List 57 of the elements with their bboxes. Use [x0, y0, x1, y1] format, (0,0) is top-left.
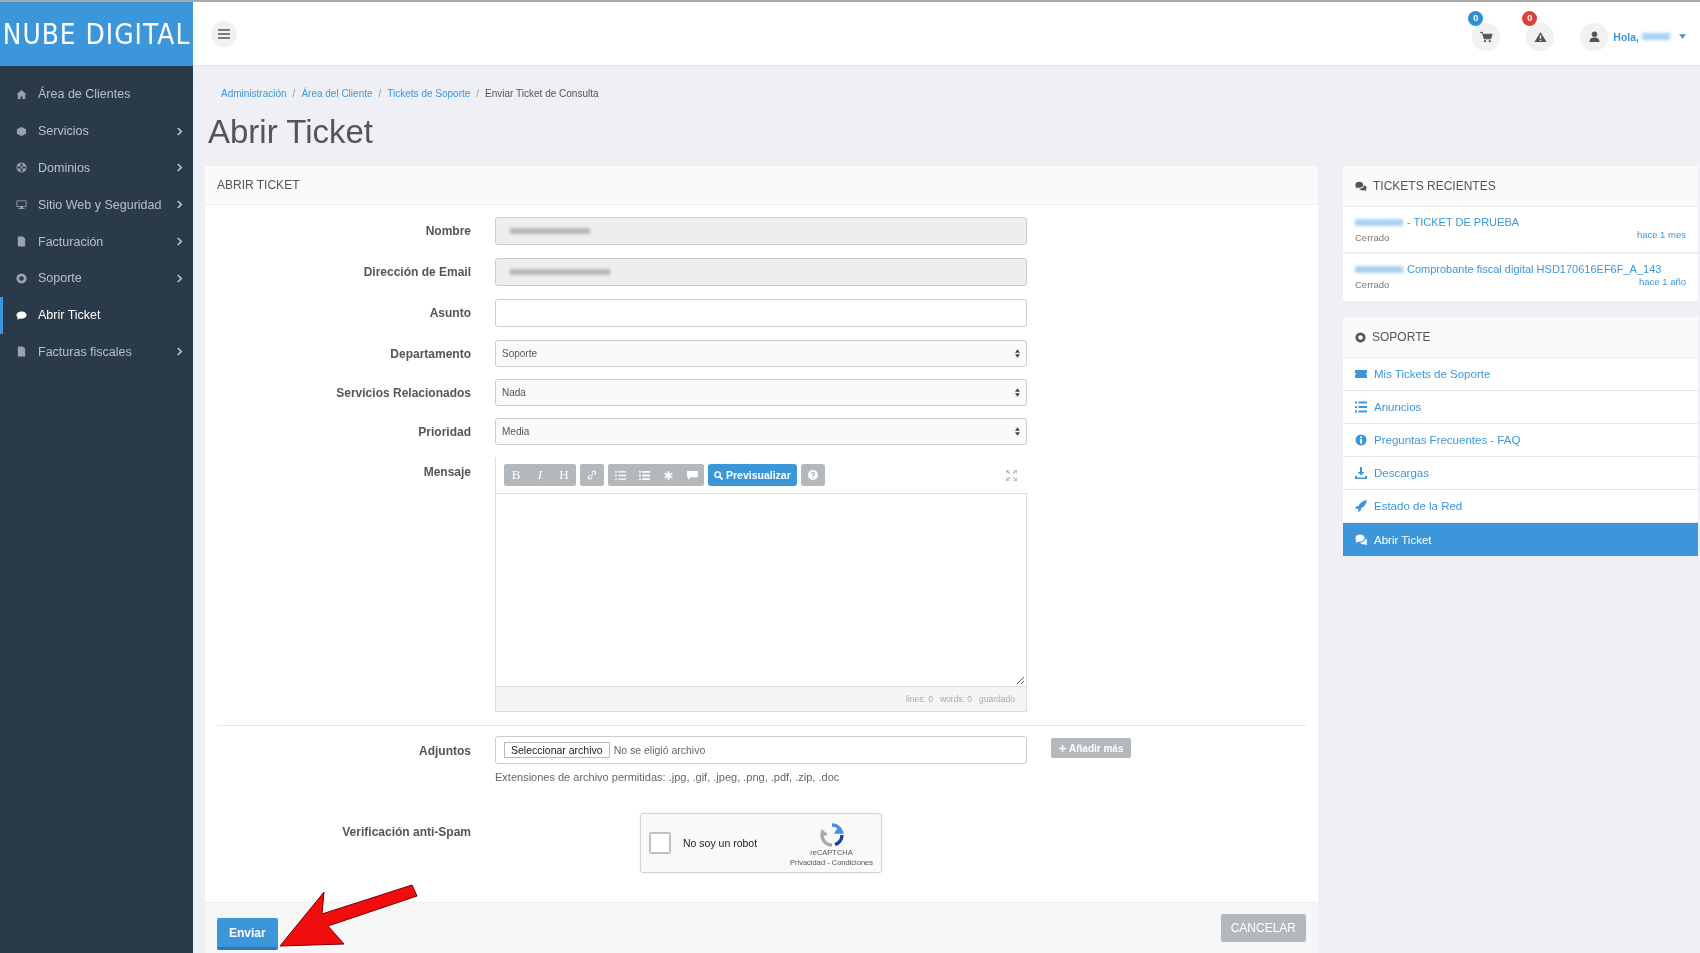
select-field[interactable]: Soporte: [495, 340, 1027, 367]
user-menu[interactable]: Hola,: [1580, 22, 1686, 51]
select-field[interactable]: Media: [495, 418, 1027, 445]
field-label: Nombre: [424, 224, 471, 238]
field-label: Dirección de Email: [362, 265, 471, 279]
sidebar-item[interactable]: Soporte: [0, 260, 193, 297]
breadcrumb-separator: /: [378, 88, 382, 99]
ticket-status: Cerrado: [1355, 279, 1390, 290]
breadcrumb-link[interactable]: Área del Cliente: [301, 88, 373, 99]
count-badge: 0: [1468, 10, 1484, 26]
breadcrumb-link[interactable]: Tickets de Soporte: [387, 88, 471, 99]
breadcrumb-link[interactable]: Administración: [221, 88, 287, 99]
field-label: Verificación anti-Spam: [341, 825, 471, 839]
page-title: Abrir Ticket: [208, 113, 375, 151]
submit-button[interactable]: Enviar: [217, 918, 278, 950]
ticket-subject: - TICKET DE PRUEBA: [1407, 216, 1520, 228]
support-link[interactable]: Anuncios: [1343, 391, 1698, 424]
support-link[interactable]: Preguntas Frecuentes - FAQ: [1343, 424, 1698, 457]
ticket-subject: Comprobante fiscal digital HSD170616EF6F_A_143: [1407, 263, 1662, 275]
cancel-button[interactable]: CANCELAR: [1220, 914, 1306, 942]
field-label: Departamento: [389, 346, 471, 361]
ticket-time: hace 1 año: [1639, 276, 1686, 287]
ticket-status: Cerrado: [1355, 232, 1390, 243]
file-input[interactable]: Seleccionar archivo No se eligió archivo: [495, 736, 1027, 764]
support-link[interactable]: Mis Tickets de Soporte: [1343, 358, 1698, 391]
breadcrumb-separator: /: [292, 88, 296, 99]
checkbox-label: No soy un robot: [683, 837, 758, 849]
support-link[interactable]: Abrir Ticket: [1343, 523, 1698, 556]
panel-title: ABRIR TICKET: [217, 178, 300, 192]
ticket-time: hace 1 mes: [1636, 229, 1686, 240]
sidebar-item[interactable]: Sitio Web y Seguridad: [0, 186, 193, 224]
ticket-item[interactable]: - TICKET DE PRUEBA Cerrado hace 1 mes: [1343, 207, 1698, 254]
field-label: Mensaje: [422, 465, 471, 479]
sidebar-item[interactable]: Área de Clientes: [0, 76, 193, 113]
preview-button[interactable]: Previsualizar: [708, 464, 797, 486]
sidebar-item[interactable]: Facturas fiscales: [0, 333, 193, 371]
help-text: Extensiones de archivo permitidas: .jpg, .gif, .jpeg, .png, .pdf, .zip, .doc: [495, 771, 841, 783]
sidebar-item[interactable]: Abrir Ticket: [0, 296, 193, 334]
panel-title: SOPORTE: [1372, 330, 1431, 344]
field-label: Servicios Relacionados: [335, 385, 471, 400]
breadcrumb-separator: /: [476, 88, 480, 99]
add-more-button[interactable]: Añadir más: [1051, 738, 1132, 758]
editor-status: lines: 0: [906, 694, 933, 704]
sidebar-item[interactable]: Dominios: [0, 149, 193, 187]
support-link[interactable]: Descargas: [1343, 457, 1698, 490]
sidebar-item[interactable]: Servicios: [0, 112, 193, 150]
sidebar-item[interactable]: Facturación: [0, 223, 193, 260]
field-label: Prioridad: [417, 424, 471, 439]
editor-status: words: 0: [939, 694, 973, 704]
brand-logo[interactable]: NUBE DIGITAL: [2, 18, 191, 50]
panel-title: TICKETS RECIENTES: [1373, 179, 1496, 193]
field-label: Adjuntos: [418, 744, 471, 758]
field-label: Asunto: [428, 306, 471, 320]
count-badge: 0: [1522, 10, 1538, 26]
editor-status: guardado: [979, 694, 1015, 704]
ticket-item[interactable]: Comprobante fiscal digital HSD170616EF6F_A_143 Cerrado hace 1 año: [1343, 254, 1698, 301]
select-field[interactable]: Nada: [495, 379, 1027, 406]
